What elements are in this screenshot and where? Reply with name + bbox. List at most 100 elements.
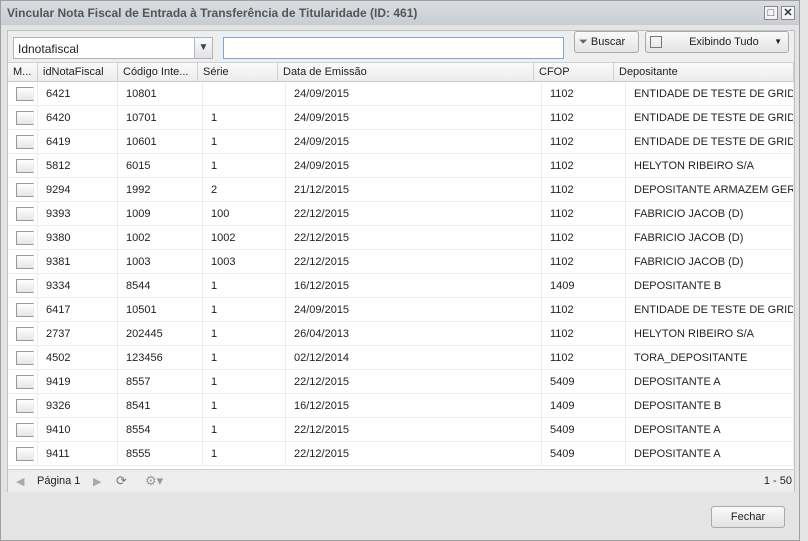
table-row[interactable]: 5812 6015 1 24/09/2015 1102 HELYTON RIBEIRO S… xyxy=(8,154,794,178)
table-row[interactable]: 9410 8554 1 22/12/2015 5409 DEPOSITANTE A xyxy=(8,418,794,442)
table-cell: 8544 xyxy=(118,274,203,297)
table-cell: 1102 xyxy=(542,250,626,273)
row-select-cell xyxy=(8,394,38,417)
row-checkbox[interactable] xyxy=(16,351,34,365)
table-cell: 5409 xyxy=(542,370,626,393)
table-cell: DEPOSITANTE A xyxy=(626,418,794,441)
row-checkbox[interactable] xyxy=(16,183,34,197)
field-select-value: Idnotafiscal xyxy=(18,42,79,56)
table-cell: 8541 xyxy=(118,394,203,417)
table-cell: 1102 xyxy=(542,298,626,321)
row-select-cell xyxy=(8,442,38,465)
row-checkbox[interactable] xyxy=(16,231,34,245)
table-cell: 4502 xyxy=(38,346,118,369)
column-header[interactable]: CFOP xyxy=(534,63,614,81)
table-row[interactable]: 6417 10501 1 24/09/2015 1102 ENTIDADE DE TEST… xyxy=(8,298,794,322)
table-cell: DEPOSITANTE B xyxy=(626,394,794,417)
table-row[interactable]: 9294 1992 2 21/12/2015 1102 DEPOSITANTE ARMAZ… xyxy=(8,178,794,202)
row-select-cell xyxy=(8,370,38,393)
column-header[interactable]: idNotaFiscal xyxy=(38,63,118,81)
table-cell: 6421 xyxy=(38,82,118,105)
table-cell: 123456 xyxy=(118,346,203,369)
table-cell: 9419 xyxy=(38,370,118,393)
table-cell: 9334 xyxy=(38,274,118,297)
table-cell: 24/09/2015 xyxy=(286,82,542,105)
table-row[interactable]: 9380 1002 1002 22/12/2015 1102 FABRICIO JACOB… xyxy=(8,226,794,250)
row-checkbox[interactable] xyxy=(16,399,34,413)
table-cell: 16/12/2015 xyxy=(286,274,542,297)
refresh-icon[interactable]: ⟳ xyxy=(116,473,127,489)
next-page-icon[interactable]: ▶ xyxy=(93,475,101,488)
row-checkbox[interactable] xyxy=(16,255,34,269)
table-cell: 26/04/2013 xyxy=(286,322,542,345)
table-cell: 1 xyxy=(203,130,286,153)
title-bar: Vincular Nota Fiscal de Entrada à Transf… xyxy=(1,1,799,25)
table-row[interactable]: 9326 8541 1 16/12/2015 1409 DEPOSITANTE B xyxy=(8,394,794,418)
table-cell: 8557 xyxy=(118,370,203,393)
table-cell: 6417 xyxy=(38,298,118,321)
view-filter-label: Exibindo Tudo xyxy=(689,36,759,48)
dialog-window: Vincular Nota Fiscal de Entrada à Transf… xyxy=(0,0,800,541)
table-cell: FABRICIO JACOB (D) xyxy=(626,250,794,273)
row-checkbox[interactable] xyxy=(16,423,34,437)
table-cell: 9411 xyxy=(38,442,118,465)
table-cell: 9326 xyxy=(38,394,118,417)
row-checkbox[interactable] xyxy=(16,135,34,149)
table-cell: 1 xyxy=(203,418,286,441)
table-cell: 02/12/2014 xyxy=(286,346,542,369)
field-select[interactable]: Idnotafiscal ▼ xyxy=(13,37,213,59)
table-cell: 5409 xyxy=(542,442,626,465)
search-input[interactable] xyxy=(223,37,564,59)
table-row[interactable]: 4502 123456 1 02/12/2014 1102 TORA_DEPOSITANT… xyxy=(8,346,794,370)
prev-page-icon[interactable]: ◀ xyxy=(16,475,24,488)
table-row[interactable]: 6419 10601 1 24/09/2015 1102 ENTIDADE DE TEST… xyxy=(8,130,794,154)
close-dialog-button[interactable]: Fechar xyxy=(711,506,785,528)
maximize-button[interactable]: □ xyxy=(764,6,778,20)
view-filter-button[interactable]: Exibindo Tudo ▼ xyxy=(645,31,789,53)
row-checkbox[interactable] xyxy=(16,375,34,389)
row-select-cell xyxy=(8,178,38,201)
row-checkbox[interactable] xyxy=(16,111,34,125)
table-cell: 1 xyxy=(203,322,286,345)
table-row[interactable]: 9411 8555 1 22/12/2015 5409 DEPOSITANTE A xyxy=(8,442,794,466)
search-button[interactable]: ⏷ Buscar xyxy=(574,31,639,53)
table-cell: 1 xyxy=(203,274,286,297)
table-cell: 24/09/2015 xyxy=(286,298,542,321)
view-icon xyxy=(650,36,662,49)
row-checkbox[interactable] xyxy=(16,303,34,317)
chevron-down-icon[interactable]: ▼ xyxy=(194,38,212,58)
table-row[interactable]: 6421 10801 24/09/2015 1102 ENTIDADE DE TESTE… xyxy=(8,82,794,106)
gear-icon[interactable]: ⚙▾ xyxy=(145,473,163,489)
table-row[interactable]: 6420 10701 1 24/09/2015 1102 ENTIDADE DE TEST… xyxy=(8,106,794,130)
row-select-cell xyxy=(8,346,38,369)
table-cell: ENTIDADE DE TESTE DE GRID xyxy=(626,130,794,153)
row-checkbox[interactable] xyxy=(16,207,34,221)
row-checkbox[interactable] xyxy=(16,327,34,341)
table-cell: 24/09/2015 xyxy=(286,106,542,129)
table-cell: ENTIDADE DE TESTE DE GRID xyxy=(626,82,794,105)
table-row[interactable]: 2737 202445 1 26/04/2013 1102 HELYTON RIBEIRO… xyxy=(8,322,794,346)
table-cell: FABRICIO JACOB (D) xyxy=(626,226,794,249)
table-row[interactable]: 9381 1003 1003 22/12/2015 1102 FABRICIO JACOB… xyxy=(8,250,794,274)
table-cell: 1409 xyxy=(542,394,626,417)
table-row[interactable]: 9334 8544 1 16/12/2015 1409 DEPOSITANTE B xyxy=(8,274,794,298)
column-header[interactable]: Código Inte... xyxy=(118,63,198,81)
row-select-cell xyxy=(8,130,38,153)
table-cell: 9294 xyxy=(38,178,118,201)
column-header[interactable]: Série xyxy=(198,63,278,81)
column-header[interactable]: Depositante xyxy=(614,63,794,81)
close-button[interactable]: ✕ xyxy=(781,6,795,20)
column-header[interactable]: M... xyxy=(8,63,38,81)
table-row[interactable]: 9419 8557 1 22/12/2015 5409 DEPOSITANTE A xyxy=(8,370,794,394)
row-checkbox[interactable] xyxy=(16,279,34,293)
table-cell: 9381 xyxy=(38,250,118,273)
row-checkbox[interactable] xyxy=(16,447,34,461)
column-header[interactable]: Data de Emissão xyxy=(278,63,534,81)
row-checkbox[interactable] xyxy=(16,159,34,173)
table-row[interactable]: 9393 1009 100 22/12/2015 1102 FABRICIO JACOB … xyxy=(8,202,794,226)
table-cell: 1102 xyxy=(542,106,626,129)
row-select-cell xyxy=(8,418,38,441)
table-cell: 1009 xyxy=(118,202,203,225)
table-cell: 8554 xyxy=(118,418,203,441)
row-checkbox[interactable] xyxy=(16,87,34,101)
